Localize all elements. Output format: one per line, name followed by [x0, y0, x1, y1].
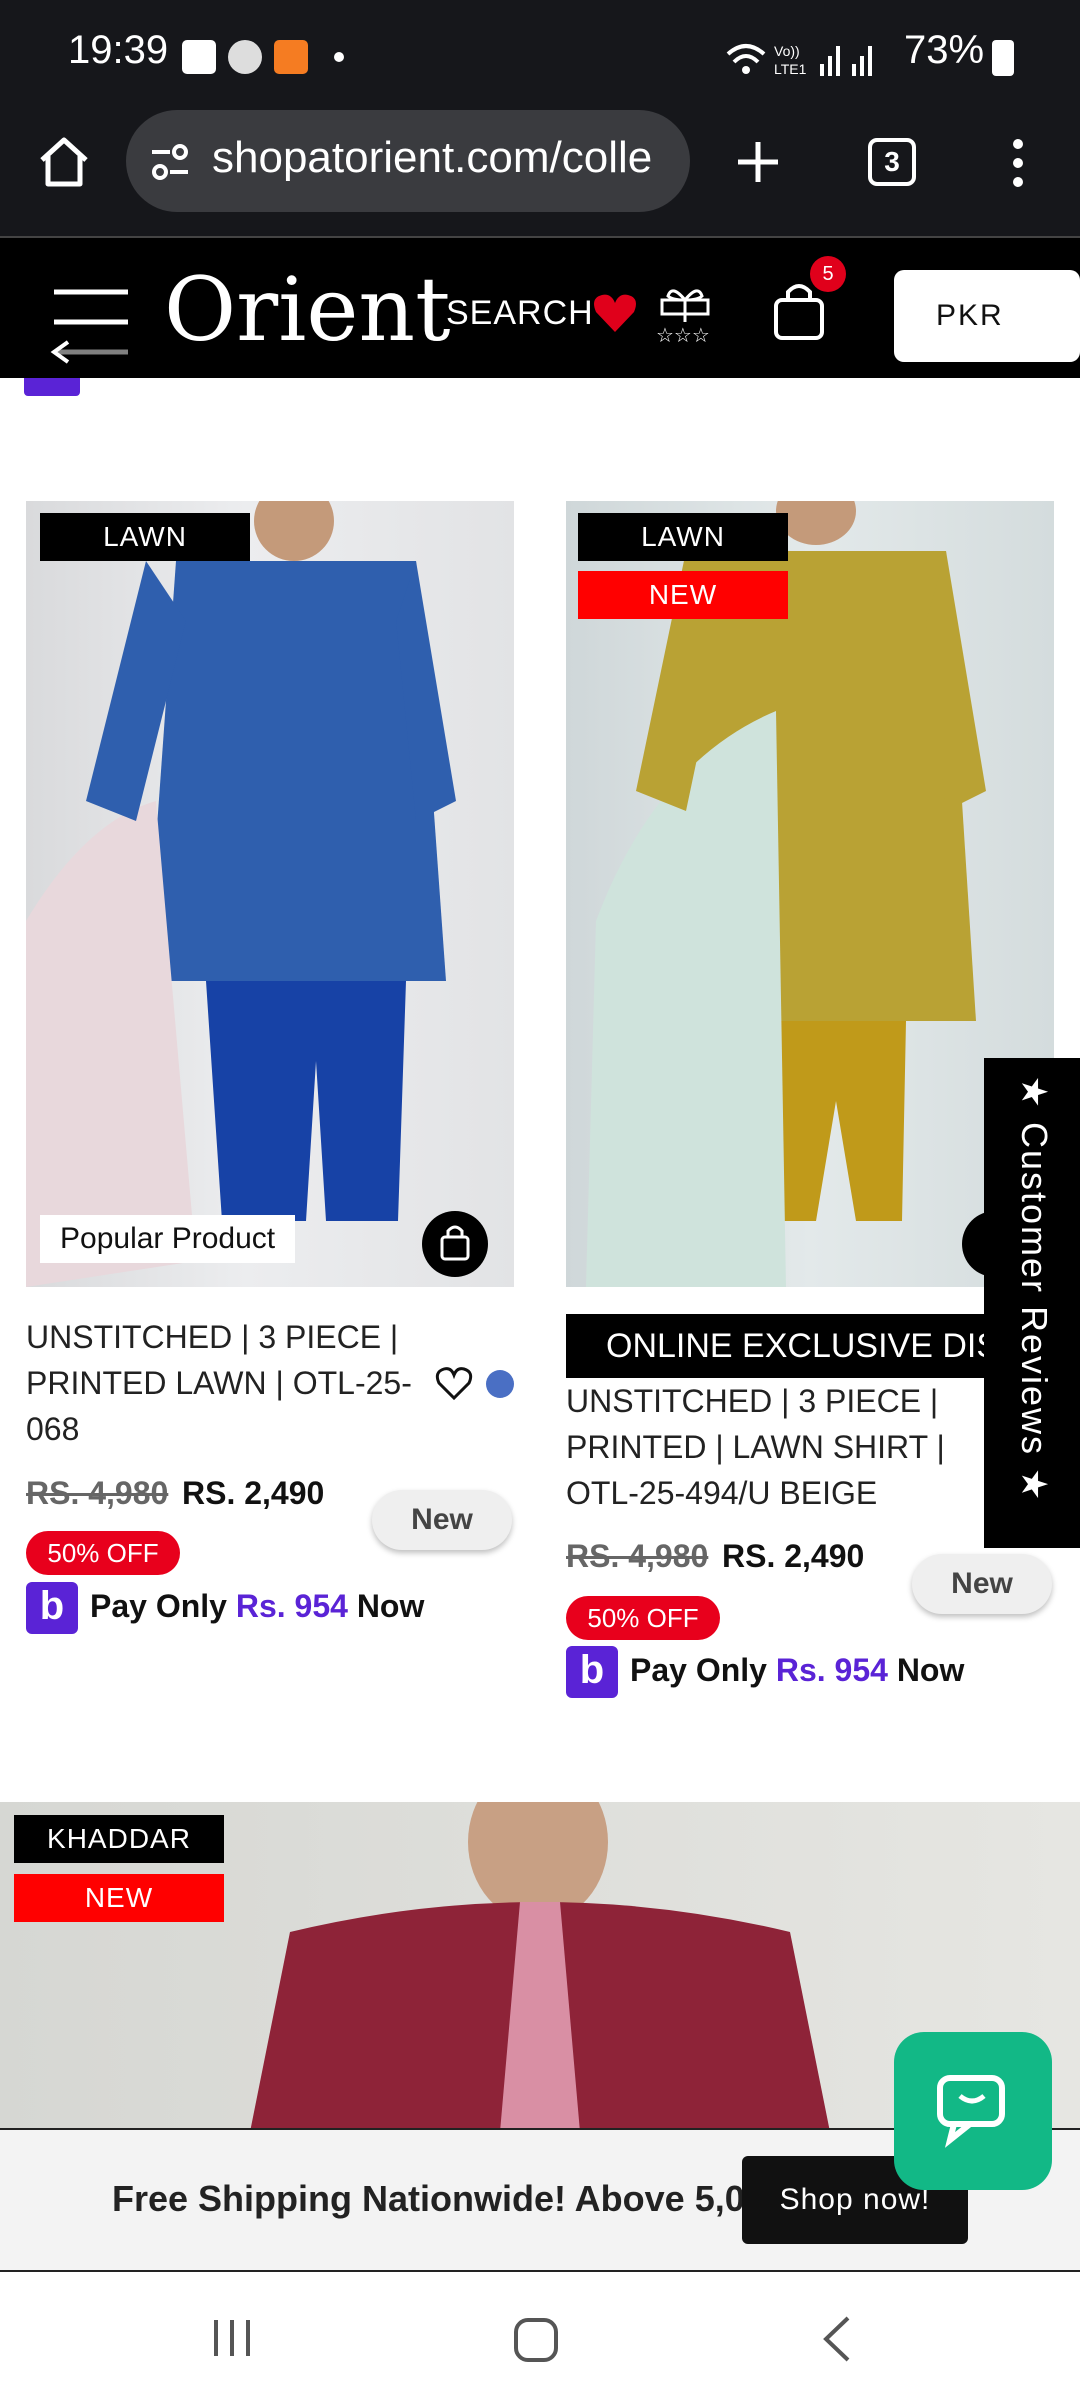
signal-icon: Vo)) LTE1	[726, 43, 872, 77]
bnpl-icon: b	[566, 1646, 618, 1698]
bnpl-icon: b	[26, 1582, 78, 1634]
pay-only-prefix: Pay Only	[90, 1588, 227, 1624]
model-figure	[26, 501, 456, 1287]
svg-text:Vo)): Vo))	[774, 43, 800, 59]
sale-price: RS. 2,490	[182, 1475, 325, 1511]
clock: 19:39	[68, 28, 169, 72]
chat-button[interactable]	[894, 2032, 1052, 2190]
url-text[interactable]: shopatorient.com/colle	[212, 133, 672, 183]
wishlist-heart-icon[interactable]	[434, 1364, 474, 1402]
original-price: RS. 4,980	[566, 1538, 709, 1574]
weather-notification-icon	[228, 40, 262, 74]
new-tag: NEW	[14, 1874, 224, 1922]
discount-badge: 50% OFF	[566, 1596, 720, 1640]
gallery-notification-icon	[182, 40, 216, 74]
product-tag: KHADDAR	[14, 1815, 224, 1863]
discount-badge: 50% OFF	[26, 1531, 180, 1575]
gift-icon[interactable]: ☆☆☆	[654, 282, 716, 346]
svg-text:☆☆☆: ☆☆☆	[656, 323, 710, 346]
product-tag: LAWN	[578, 513, 788, 561]
new-tag: NEW	[578, 571, 788, 619]
product-tag: LAWN	[40, 513, 250, 561]
brand-logo[interactable]: Orient	[164, 258, 450, 361]
installment-text: Pay Only Rs. 954 Now	[90, 1588, 424, 1625]
installment-amount: Rs. 954	[775, 1652, 888, 1688]
home-nav-icon[interactable]	[512, 2316, 560, 2364]
product-card-1[interactable]: LAWN Popular Product	[26, 501, 514, 1287]
new-badge: New	[912, 1554, 1052, 1614]
app-notification-icon	[274, 40, 308, 74]
site-settings-icon[interactable]	[148, 140, 192, 184]
pay-only-suffix: Now	[896, 1652, 965, 1688]
product-image[interactable]	[26, 501, 514, 1287]
new-tab-icon[interactable]	[734, 138, 782, 186]
chat-icon	[937, 2075, 1005, 2148]
add-to-cart-button[interactable]	[422, 1211, 488, 1277]
product-title[interactable]: UNSTITCHED | 3 PIECE | PRINTED LAWN | OT…	[26, 1314, 416, 1452]
search-button[interactable]: SEARCH	[446, 294, 594, 333]
cart-count-badge: 5	[810, 256, 846, 292]
more-notifications-dot	[334, 52, 344, 62]
home-icon[interactable]	[36, 134, 92, 190]
currency-selector[interactable]: PKR	[894, 270, 1080, 362]
recent-apps-icon[interactable]	[210, 2316, 254, 2360]
wishlist-icon[interactable]	[592, 292, 638, 334]
pay-only-prefix: Pay Only	[630, 1652, 767, 1688]
battery-icon	[992, 40, 1014, 76]
original-price: RS. 4,980	[26, 1475, 169, 1511]
shipping-promo-text: Free Shipping Nationwide! Above 5,000/-	[112, 2178, 807, 2219]
product-card-2[interactable]: LAWN NEW	[566, 501, 1054, 1287]
new-badge: New	[372, 1490, 512, 1550]
sale-price: RS. 2,490	[722, 1538, 865, 1574]
installment-amount: Rs. 954	[235, 1588, 348, 1624]
battery-level: 73%	[904, 28, 985, 72]
customer-reviews-label: ★ Customer Reviews ★	[1014, 1075, 1055, 1503]
popular-product-label: Popular Product	[40, 1215, 296, 1263]
online-exclusive-banner: ONLINE EXCLUSIVE DISCOUN	[566, 1314, 1054, 1378]
tab-switcher-button[interactable]: 3	[868, 138, 916, 186]
svg-text:LTE1: LTE1	[774, 61, 807, 77]
pay-only-suffix: Now	[356, 1588, 425, 1624]
customer-reviews-tab[interactable]: ★ Customer Reviews ★	[984, 1058, 1080, 1548]
menu-icon[interactable]	[48, 282, 132, 370]
browser-menu-icon[interactable]	[1006, 136, 1030, 190]
back-icon[interactable]	[820, 2314, 854, 2364]
color-swatch[interactable]	[486, 1370, 514, 1398]
product-title[interactable]: UNSTITCHED | 3 PIECE | PRINTED | LAWN SH…	[566, 1378, 966, 1516]
installment-text: Pay Only Rs. 954 Now	[630, 1652, 964, 1689]
status-bar: 19:39 Vo)) LTE1 73%	[0, 0, 1080, 110]
